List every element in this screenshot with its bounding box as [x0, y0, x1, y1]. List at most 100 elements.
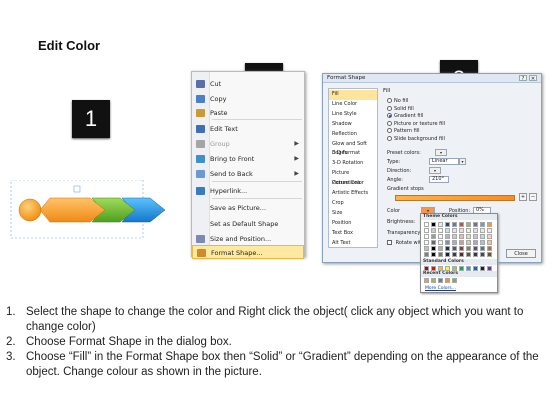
standard-color-swatch[interactable]: [452, 266, 457, 271]
fill-option-gradient-fill[interactable]: Gradient fill: [387, 113, 423, 120]
nav-item-line-color[interactable]: Line Color: [329, 100, 377, 110]
theme-color-swatch[interactable]: [445, 222, 450, 227]
menu-item-hyperlink[interactable]: Hyperlink...: [192, 184, 304, 198]
more-colors-link[interactable]: More Colors...: [425, 286, 456, 292]
menu-item-paste[interactable]: Paste: [192, 106, 304, 120]
theme-color-swatch[interactable]: [480, 246, 485, 251]
radio-icon[interactable]: [387, 135, 392, 141]
theme-color-swatch[interactable]: [459, 228, 464, 233]
theme-color-swatch[interactable]: [431, 252, 436, 257]
theme-color-swatch[interactable]: [466, 246, 471, 251]
theme-color-swatch[interactable]: [424, 240, 429, 245]
theme-color-swatch[interactable]: [431, 240, 436, 245]
nav-item-size[interactable]: Size: [329, 209, 377, 219]
recent-color-swatch[interactable]: [431, 278, 436, 283]
nav-item-glow-and-soft-edges[interactable]: Glow and Soft Edges: [329, 140, 377, 157]
theme-color-swatch[interactable]: [466, 228, 471, 233]
standard-color-swatch[interactable]: [459, 266, 464, 271]
menu-item-copy[interactable]: Copy: [192, 92, 304, 106]
theme-color-swatch[interactable]: [424, 252, 429, 257]
theme-color-swatch[interactable]: [445, 252, 450, 257]
theme-color-swatch[interactable]: [487, 234, 492, 239]
theme-color-swatch[interactable]: [487, 240, 492, 245]
nav-item-text-box[interactable]: Text Box: [329, 229, 377, 239]
nav-item-fill[interactable]: Fill: [329, 90, 377, 100]
theme-color-swatch[interactable]: [431, 222, 436, 227]
theme-color-swatch[interactable]: [466, 222, 471, 227]
recent-color-swatch[interactable]: [424, 278, 429, 283]
menu-item-set-as-default-shape[interactable]: Set as Default Shape: [192, 217, 304, 231]
type-select[interactable]: Linear: [429, 158, 459, 165]
theme-color-swatch[interactable]: [438, 240, 443, 245]
rotate-checkbox[interactable]: [387, 240, 392, 245]
radio-icon[interactable]: [387, 113, 392, 118]
type-dropdown[interactable]: ▾: [459, 158, 466, 165]
fill-option-no-fill[interactable]: No fill: [387, 98, 408, 105]
recent-color-swatch[interactable]: [452, 278, 457, 283]
standard-color-swatch[interactable]: [424, 266, 429, 271]
theme-color-swatch[interactable]: [438, 234, 443, 239]
nav-item-position[interactable]: Position: [329, 219, 377, 229]
theme-color-swatch[interactable]: [431, 228, 436, 233]
arrow-shapes-group[interactable]: [10, 180, 180, 240]
nav-item-crop[interactable]: Crop: [329, 199, 377, 209]
menu-item-save-as-picture[interactable]: Save as Picture...: [192, 201, 304, 215]
theme-color-swatch[interactable]: [480, 252, 485, 257]
standard-color-swatch[interactable]: [480, 266, 485, 271]
theme-color-swatch[interactable]: [459, 252, 464, 257]
fill-option-pattern-fill[interactable]: Pattern fill: [387, 128, 420, 135]
angle-input[interactable]: 210°: [429, 176, 449, 183]
theme-color-swatch[interactable]: [438, 228, 443, 233]
theme-color-swatch[interactable]: [459, 222, 464, 227]
theme-color-swatch[interactable]: [424, 228, 429, 233]
theme-color-swatch[interactable]: [445, 234, 450, 239]
theme-color-swatch[interactable]: [438, 222, 443, 227]
standard-color-swatch[interactable]: [487, 266, 492, 271]
nav-item-shadow[interactable]: Shadow: [329, 120, 377, 130]
menu-item-bring-to-front[interactable]: Bring to Front ▶: [192, 152, 304, 166]
nav-item-line-style[interactable]: Line Style: [329, 110, 377, 120]
theme-color-swatch[interactable]: [438, 252, 443, 257]
standard-color-swatch[interactable]: [438, 266, 443, 271]
theme-color-swatch[interactable]: [480, 240, 485, 245]
theme-color-swatch[interactable]: [424, 234, 429, 239]
theme-color-swatch[interactable]: [431, 234, 436, 239]
theme-color-swatch[interactable]: [473, 228, 478, 233]
theme-color-swatch[interactable]: [480, 228, 485, 233]
theme-color-swatch[interactable]: [473, 234, 478, 239]
preset-colors-dropdown[interactable]: ▾: [435, 149, 447, 156]
theme-color-swatch[interactable]: [487, 228, 492, 233]
nav-item-picture-corrections[interactable]: Picture Corrections: [329, 169, 377, 186]
theme-color-swatch[interactable]: [452, 222, 457, 227]
theme-color-swatch[interactable]: [480, 222, 485, 227]
add-stop-button[interactable]: +: [519, 193, 527, 201]
radio-icon[interactable]: [387, 120, 392, 126]
menu-item-format-shape[interactable]: Format Shape...: [192, 245, 304, 259]
theme-color-swatch[interactable]: [424, 222, 429, 227]
fill-option-picture-or-texture-fill[interactable]: Picture or texture fill: [387, 120, 445, 128]
nav-item-alt-text[interactable]: Alt Text: [329, 239, 377, 249]
theme-color-swatch[interactable]: [487, 222, 492, 227]
theme-color-swatch[interactable]: [452, 234, 457, 239]
theme-color-swatch[interactable]: [452, 246, 457, 251]
theme-color-swatch[interactable]: [466, 240, 471, 245]
standard-color-swatch[interactable]: [473, 266, 478, 271]
direction-dropdown[interactable]: ▾: [429, 167, 441, 174]
theme-color-swatch[interactable]: [459, 240, 464, 245]
remove-stop-button[interactable]: −: [529, 193, 537, 201]
theme-color-swatch[interactable]: [452, 252, 457, 257]
theme-color-swatch[interactable]: [459, 246, 464, 251]
radio-icon[interactable]: [387, 128, 392, 133]
standard-color-swatch[interactable]: [466, 266, 471, 271]
fill-option-solid-fill[interactable]: Solid fill: [387, 105, 414, 113]
close-icon[interactable]: ✕: [529, 75, 537, 82]
theme-color-swatch[interactable]: [466, 234, 471, 239]
theme-color-swatch[interactable]: [487, 252, 492, 257]
recent-color-swatch[interactable]: [445, 278, 450, 283]
gradient-stops-bar[interactable]: [395, 195, 515, 201]
close-button[interactable]: Close: [506, 249, 536, 258]
theme-color-swatch[interactable]: [452, 240, 457, 245]
theme-color-swatch[interactable]: [473, 246, 478, 251]
nav-item-3-d-rotation[interactable]: 3-D Rotation: [329, 159, 377, 169]
radio-icon[interactable]: [387, 105, 392, 111]
